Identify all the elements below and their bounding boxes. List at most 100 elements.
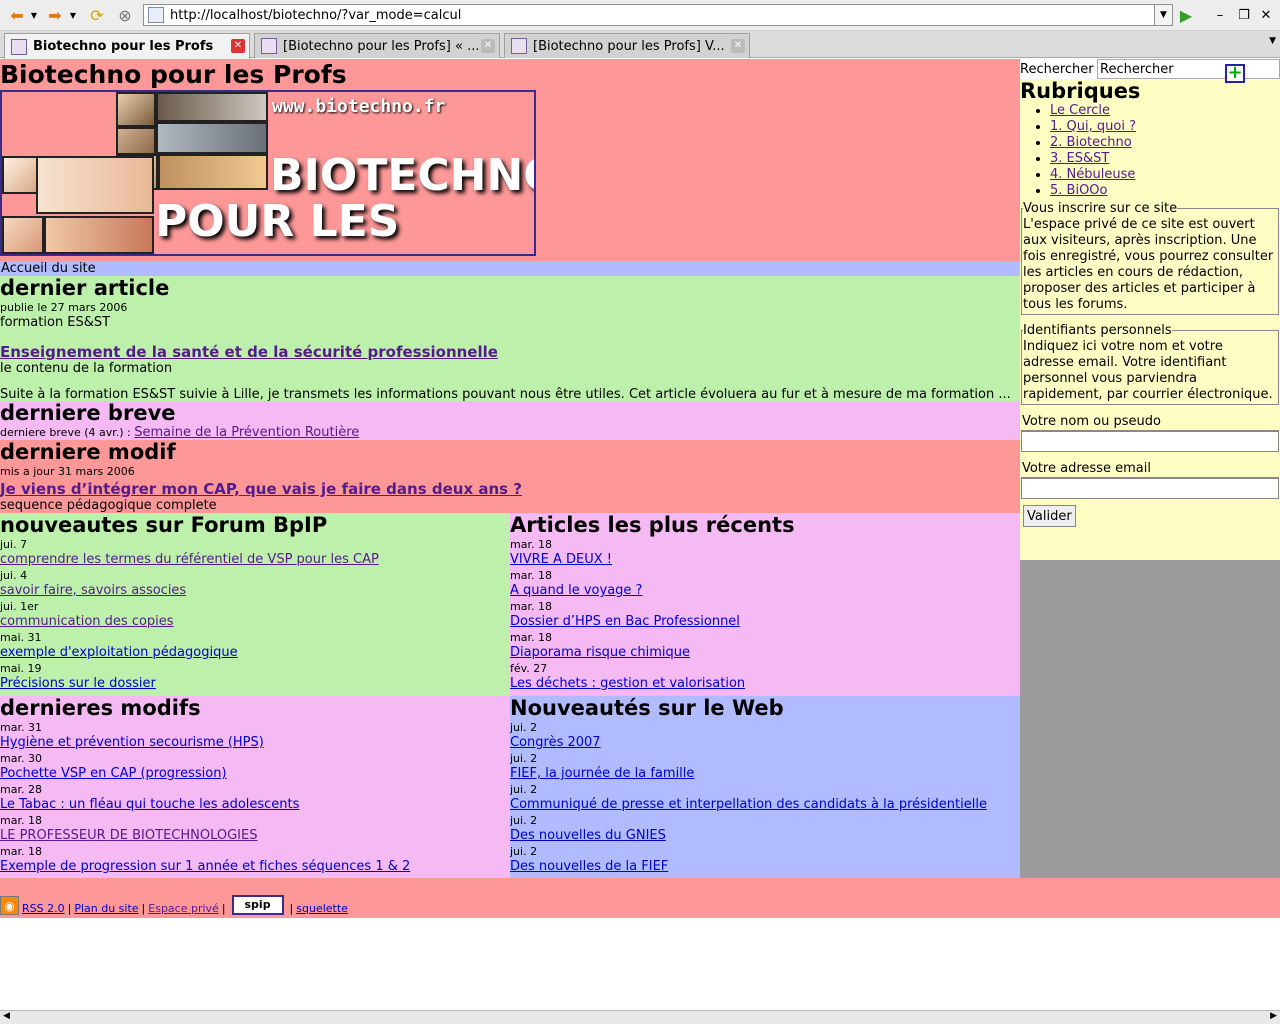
item-date: mar. 18 [0,814,42,827]
email-field[interactable] [1021,477,1279,499]
banner-url: www.biotechno.fr [272,96,446,117]
list-item: Le Cercle [1050,103,1280,119]
recent-item-link[interactable]: VIVRE A DEUX ! [510,552,612,567]
go-icon[interactable]: ▶ [1176,4,1196,26]
rubrique-link[interactable]: 1. Qui, quoi ? [1050,119,1136,134]
modif-item-link[interactable]: Le Tabac : un fléau qui touche les adole… [0,797,299,812]
spip-logo[interactable]: spip [231,895,284,915]
tab-list-icon[interactable]: ▼ [1269,36,1276,46]
identifiers-legend: Identifiants personnels [1023,323,1172,338]
forum-item-link[interactable]: savoir faire, savoirs associes [0,583,186,598]
forward-icon[interactable]: ➡ [44,4,66,26]
sidebar: Rechercher + Rubriques Le Cercle 1. Qui,… [1020,59,1280,878]
tab-third[interactable]: [Biotechno pour les Profs] V... ✕ [504,33,750,58]
modif-date: mis a jour 31 mars 2006 [0,465,135,478]
tab-bar: Biotechno pour les Profs ✕ [Biotechno po… [0,31,1280,59]
close-tab-icon[interactable]: ✕ [481,39,495,53]
site-banner[interactable]: www.biotechno.fr BIOTECHNO POUR LES PROF… [0,90,536,256]
address-dropdown-icon[interactable]: ▼ [1155,4,1173,26]
recent-item-link[interactable]: Dossier d’HPS en Bac Professionnel [510,614,740,629]
recent-item-link[interactable]: A quand le voyage ? [510,583,642,598]
web-item-link[interactable]: Congrès 2007 [510,735,601,750]
tab-forum[interactable]: [Biotechno pour les Profs] « ... ✕ [254,33,500,58]
breve-link[interactable]: Semaine de la Prévention Routière [134,425,359,440]
article-date: publie le 27 mars 2006 [0,301,128,314]
private-space-link[interactable]: Espace privé [148,902,219,915]
rss-icon[interactable]: ◉ [0,896,19,915]
identifiers-text: Indiquez ici votre nom et votre adresse … [1023,339,1273,402]
search-input[interactable] [1097,59,1280,79]
last-breve-section: derniere breve derniere breve (4 avr.) :… [0,401,1020,440]
recent-item-link[interactable]: Diaporama risque chimique [510,645,690,660]
web-item-link[interactable]: Communiqué de presse et interpellation d… [510,797,987,812]
forum-item-link[interactable]: comprendre les termes du référentiel de … [0,552,379,567]
web-item-link[interactable]: FIEF, la journée de la famille [510,766,694,781]
close-window-icon[interactable]: ✕ [1258,4,1274,26]
close-tab-icon[interactable]: ✕ [731,39,745,53]
horizontal-scrollbar[interactable]: ◀ ▶ [0,1010,1280,1024]
signup-block: Vous inscrire sur ce site L'espace privé… [1020,201,1280,560]
tab-favicon-icon [511,38,527,54]
section-heading: Nouveautés sur le Web [510,696,784,720]
template-link[interactable]: squelette [296,902,348,915]
plus-icon[interactable]: + [1225,64,1245,83]
modif-title-link[interactable]: Je viens d’intégrer mon CAP, que vais je… [0,480,522,498]
forward-history-icon[interactable]: ▼ [68,4,78,26]
banner-photo [116,92,156,127]
web-item-link[interactable]: Des nouvelles de la FIEF [510,859,668,874]
rubrique-link[interactable]: 5. BiOOo [1050,183,1107,198]
web-news-section: Nouveautés sur le Web jui. 2 Congrès 200… [510,696,1020,879]
back-history-icon[interactable]: ▼ [29,4,39,26]
scroll-right-icon[interactable]: ▶ [1270,1011,1277,1021]
rss-link[interactable]: RSS 2.0 [22,902,65,915]
section-heading: dernier article [0,276,170,300]
site-header: Biotechno pour les Profs www.biotechno.f… [0,59,1020,261]
article-title-link[interactable]: Enseignement de la santé et de la sécuri… [0,343,498,361]
modif-item-link[interactable]: LE PROFESSEUR DE BIOTECHNOLOGIES [0,828,257,843]
item-date: jui. 2 [510,783,538,796]
item-date: mai. 19 [0,662,42,675]
rubrique-link[interactable]: 4. Nébuleuse [1050,167,1135,182]
rubrique-link[interactable]: 2. Biotechno [1050,135,1132,150]
item-date: jui. 2 [510,814,538,827]
rubrique-link[interactable]: Le Cercle [1050,103,1110,118]
restore-icon[interactable]: ❐ [1236,4,1252,26]
scroll-left-icon[interactable]: ◀ [3,1011,10,1021]
back-icon[interactable]: ⬅ [6,4,28,26]
modif-item-link[interactable]: Exemple de progression sur 1 année et fi… [0,859,410,874]
rubrique-link[interactable]: 3. ES&ST [1050,151,1109,166]
stop-icon[interactable]: ⊗ [114,4,136,26]
banner-photo [156,92,268,122]
last-modifs-section: dernieres modifs mar. 31 Hygiène et prév… [0,696,510,879]
search-label: Rechercher [1020,61,1094,77]
forum-item-link[interactable]: communication des copies [0,614,174,629]
recent-item-link[interactable]: Les déchets : gestion et valorisation [510,676,745,691]
banner-title-line1: BIOTECHNO [270,150,536,201]
address-bar-text[interactable]: http://localhost/biotechno/?var_mode=cal… [170,8,461,23]
forum-item-link[interactable]: Précisions sur le dossier [0,676,156,691]
item-date: jui. 2 [510,721,538,734]
minimize-icon[interactable]: – [1212,4,1228,26]
page-content: Biotechno pour les Profs www.biotechno.f… [0,59,1280,1010]
tab-favicon-icon [261,38,277,54]
forum-item-link[interactable]: exemple d'exploitation pédagogique [0,645,238,660]
last-modif-section: derniere modif mis a jour 31 mars 2006 J… [0,440,1020,513]
modif-item-link[interactable]: Hygiène et prévention secourisme (HPS) [0,735,264,750]
rubriques-block: Rubriques Le Cercle 1. Qui, quoi ? 2. Bi… [1020,79,1280,201]
name-field[interactable] [1021,430,1279,452]
list-item: 3. ES&ST [1050,151,1280,167]
reload-icon[interactable]: ⟳ [86,4,108,26]
web-item-link[interactable]: Des nouvelles du GNIES [510,828,666,843]
banner-title-line2: POUR LES PROFS [155,196,400,254]
submit-button[interactable]: Valider [1023,505,1076,527]
item-date: fév. 27 [510,662,548,675]
tab-biotechno[interactable]: Biotechno pour les Profs ✕ [4,33,250,59]
site-name: Biotechno pour les Profs [0,60,347,89]
address-bar[interactable]: http://localhost/biotechno/?var_mode=cal… [143,4,1155,26]
modif-item-link[interactable]: Pochette VSP en CAP (progression) [0,766,227,781]
sitemap-link[interactable]: Plan du site [74,902,138,915]
close-tab-icon[interactable]: ✕ [231,39,245,53]
section-heading: dernieres modifs [0,696,201,720]
modif-desc: sequence pédagogique complete [0,498,217,513]
tab-label: [Biotechno pour les Profs] « ... [283,38,480,54]
